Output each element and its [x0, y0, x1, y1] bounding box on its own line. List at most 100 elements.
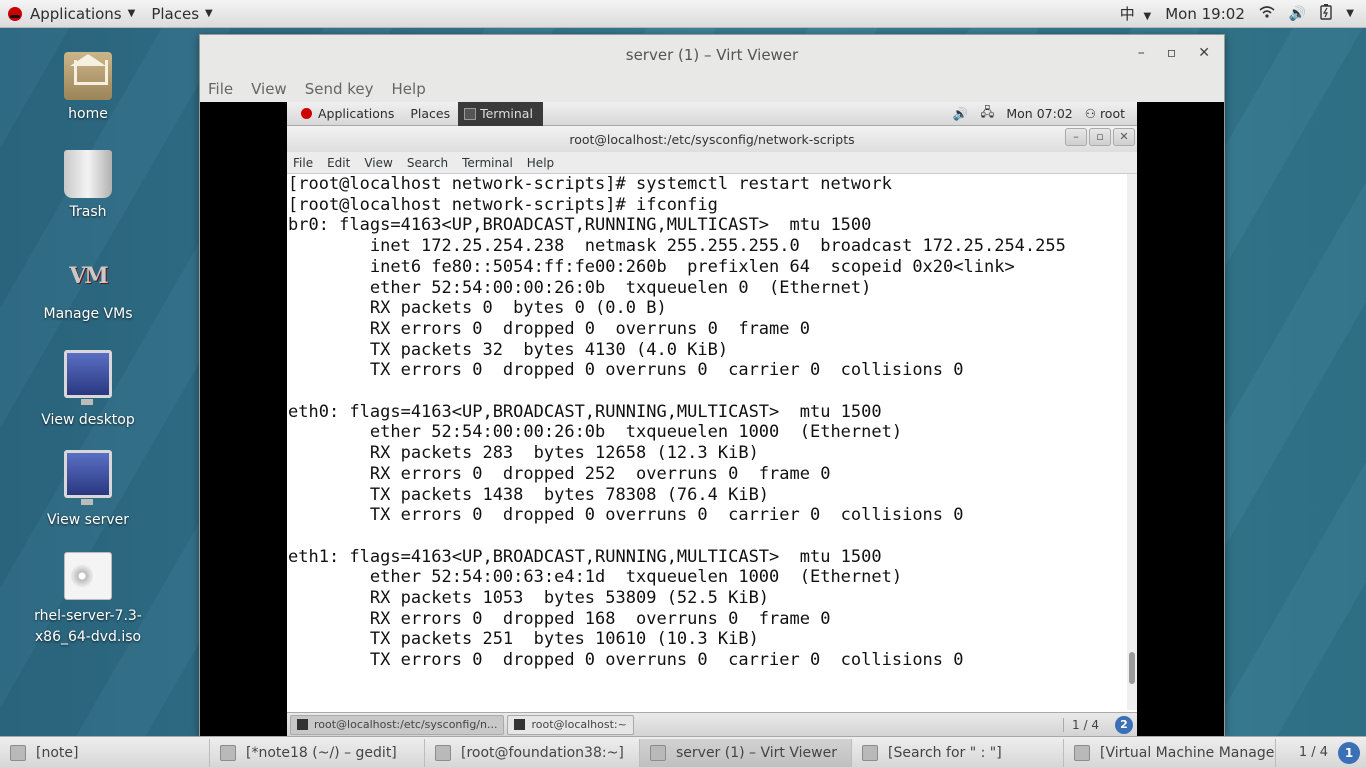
home-folder-icon: [64, 52, 112, 100]
menu-file[interactable]: File: [208, 80, 233, 98]
scrollbar-thumb[interactable]: [1129, 652, 1135, 684]
terminal-line: TX packets 251 bytes 10610 (10.3 KiB): [288, 629, 759, 650]
workspace-pager[interactable]: 1 / 4: [1299, 745, 1328, 760]
places-label: Places: [151, 4, 200, 23]
desktop-icon-view-server[interactable]: View server: [33, 450, 143, 528]
taskbar-item-terminal[interactable]: [root@foundation38:~]: [425, 738, 640, 767]
terminal-line: ether 52:54:00:00:26:0b txqueuelen 0 (Et…: [288, 277, 872, 298]
host-taskbar: [note] [*note18 (~/) – gedit] [root@foun…: [0, 736, 1366, 768]
wifi-icon[interactable]: [1259, 5, 1275, 23]
desktop-icon-label: View server: [47, 512, 129, 528]
terminal-line: eth1: flags=4163<UP,BROADCAST,RUNNING,MU…: [288, 546, 882, 567]
guest-task-label: root@localhost:/etc/sysconfig/n...: [314, 718, 498, 731]
taskbar-item-search[interactable]: [Search for " : "]: [852, 738, 1064, 767]
desktop-icon-label: Manage VMs: [43, 306, 133, 322]
terminal-scrollbar[interactable]: [1127, 174, 1137, 710]
desktop-icon-manage-vms[interactable]: VM Manage VMs: [33, 252, 143, 322]
virt-manager-icon: [1074, 744, 1090, 761]
guest-task-terminal-network[interactable]: root@localhost:/etc/sysconfig/n...: [290, 714, 505, 735]
battery-icon[interactable]: [1320, 3, 1332, 24]
maximize-icon[interactable]: ▫: [1167, 45, 1177, 61]
input-method-label: 中: [1119, 5, 1135, 23]
taskbar-item-note[interactable]: [note]: [0, 738, 210, 767]
term-menu-file[interactable]: File: [293, 156, 313, 170]
terminal-line: TX errors 0 dropped 0 overruns 0 carrier…: [288, 650, 964, 671]
system-menu-chevron-icon[interactable]: ▼: [1346, 8, 1354, 19]
guest-clock[interactable]: Mon 07:02: [1006, 106, 1072, 121]
terminal-line: RX packets 0 bytes 0 (0.0 B): [288, 298, 667, 319]
maximize-icon[interactable]: ▫: [1089, 128, 1111, 146]
desktop-icon-label: View desktop: [41, 412, 135, 428]
terminal-line: RX packets 283 bytes 12658 (12.3 KiB): [288, 443, 759, 464]
chevron-down-icon: ▼: [1143, 11, 1152, 22]
terminal-line: eth0: flags=4163<UP,BROADCAST,RUNNING,MU…: [288, 401, 882, 422]
trash-icon: [64, 150, 112, 198]
user-menu[interactable]: ⚇ root: [1085, 106, 1125, 121]
guest-applications-menu[interactable]: Applications: [287, 106, 402, 121]
guest-screen[interactable]: Applications Places Terminal 🔊 🖧 Mon 07:…: [287, 101, 1137, 736]
guest-terminal-label: Terminal: [480, 106, 533, 121]
desktop-icon-rhel-iso[interactable]: rhel-server-7.3- x86_64-dvd.iso: [33, 552, 143, 648]
guest-task-terminal-home[interactable]: root@localhost:~: [507, 714, 634, 735]
guest-terminal-window: root@localhost:/etc/sysconfig/network-sc…: [287, 126, 1137, 712]
taskbar-item-gedit[interactable]: [*note18 (~/) – gedit]: [210, 738, 425, 767]
menu-send-key[interactable]: Send key: [305, 80, 374, 98]
taskbar-item-label: [root@foundation38:~]: [461, 744, 624, 761]
terminal-title: root@localhost:/etc/sysconfig/network-sc…: [569, 131, 855, 147]
menu-help[interactable]: Help: [392, 80, 426, 98]
close-icon[interactable]: ✕: [1198, 45, 1210, 61]
menu-view[interactable]: View: [251, 80, 287, 98]
terminal-titlebar[interactable]: root@localhost:/etc/sysconfig/network-sc…: [287, 126, 1137, 152]
guest-display[interactable]: Applications Places Terminal 🔊 🖧 Mon 07:…: [200, 101, 1224, 736]
applications-menu[interactable]: Applications ▼: [0, 0, 143, 28]
term-menu-view[interactable]: View: [364, 156, 392, 170]
redhat-icon: [8, 6, 22, 21]
desktop-icon-home[interactable]: home: [33, 52, 143, 122]
volume-icon[interactable]: 🔊: [1289, 6, 1306, 22]
virt-viewer-window: server (1) – Virt Viewer – ▫ ✕ File View…: [199, 34, 1225, 736]
window-titlebar[interactable]: server (1) – Virt Viewer – ▫ ✕: [200, 35, 1224, 75]
input-method-indicator[interactable]: 中 ▼: [1120, 3, 1152, 24]
info-icon[interactable]: 1: [1338, 741, 1360, 764]
minimize-icon[interactable]: –: [1138, 45, 1145, 61]
term-menu-edit[interactable]: Edit: [327, 156, 350, 170]
guest-applications-label: Applications: [318, 106, 395, 121]
term-menu-terminal[interactable]: Terminal: [462, 156, 513, 170]
window-title: server (1) – Virt Viewer: [625, 46, 799, 64]
chevron-down-icon: ▼: [127, 8, 136, 19]
places-menu[interactable]: Places ▼: [143, 0, 220, 28]
term-menu-search[interactable]: Search: [407, 156, 448, 170]
top-panel: Applications ▼ Places ▼ 中 ▼ Mon 19:02 🔊 …: [0, 0, 1366, 28]
guest-workspace-pager[interactable]: 1 / 4: [1063, 717, 1107, 732]
close-icon[interactable]: ✕: [1113, 128, 1135, 146]
volume-icon[interactable]: 🔊: [953, 106, 969, 122]
gedit-icon: [220, 744, 236, 761]
guest-top-panel: Applications Places Terminal 🔊 🖧 Mon 07:…: [287, 101, 1137, 126]
minimize-icon[interactable]: –: [1065, 128, 1087, 146]
desktop-icon-trash[interactable]: Trash: [33, 150, 143, 220]
network-icon[interactable]: 🖧: [980, 103, 994, 124]
applications-label: Applications: [30, 4, 122, 23]
chevron-down-icon: ▼: [205, 8, 213, 19]
guest-terminal-launcher[interactable]: Terminal: [458, 101, 543, 126]
clock[interactable]: Mon 19:02: [1165, 5, 1245, 23]
desktop-icon-label: home: [68, 106, 108, 122]
desktop-icon-view-desktop[interactable]: View desktop: [33, 350, 143, 428]
user-icon: ⚇: [1084, 106, 1096, 121]
terminal-output[interactable]: [root@localhost network-scripts]# system…: [287, 174, 1127, 710]
taskbar-item-virt-viewer[interactable]: server (1) – Virt Viewer: [640, 738, 852, 767]
guest-taskbar: root@localhost:/etc/sysconfig/n... root@…: [287, 712, 1137, 736]
terminal-line: inet 172.25.254.238 netmask 255.255.255.…: [288, 236, 1066, 257]
terminal-line: ether 52:54:00:00:26:0b txqueuelen 1000 …: [288, 422, 903, 443]
term-menu-help[interactable]: Help: [527, 156, 554, 170]
terminal-line: ether 52:54:00:63:e4:1d txqueuelen 1000 …: [288, 567, 903, 588]
taskbar-item-virt-manager[interactable]: [Virtual Machine Manager]: [1064, 738, 1276, 767]
guest-places-menu[interactable]: Places: [402, 106, 458, 121]
info-icon[interactable]: 2: [1115, 715, 1133, 734]
terminal-line: TX packets 1438 bytes 78308 (76.4 KiB): [288, 484, 770, 505]
taskbar-item-label: server (1) – Virt Viewer: [676, 744, 837, 761]
terminal-line: RX errors 0 dropped 0 overruns 0 frame 0: [288, 318, 810, 339]
guest-places-label: Places: [410, 106, 451, 121]
virt-viewer-icon: [650, 744, 666, 761]
